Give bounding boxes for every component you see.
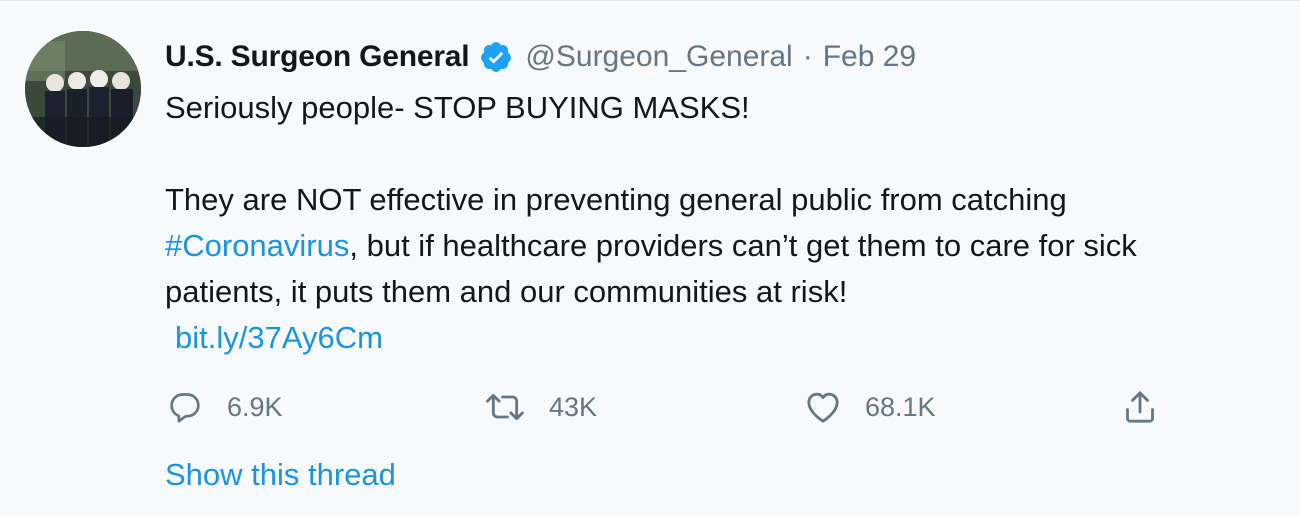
tweet-text: Seriously people- STOP BUYING MASKS! The… <box>165 85 1285 361</box>
like-count: 68.1K <box>865 391 936 422</box>
avatar[interactable] <box>25 31 141 147</box>
share-button[interactable] <box>1120 385 1160 429</box>
share-icon <box>1126 391 1154 423</box>
tweet-text-line: bit.ly/37Ay6Cm <box>165 315 1285 361</box>
reply-count: 6.9K <box>227 391 283 422</box>
url-link[interactable]: bit.ly/37Ay6Cm <box>165 320 383 355</box>
retweet-button[interactable]: 43K <box>483 385 597 429</box>
tweet-card[interactable]: U.S. Surgeon General @Surgeon_General · … <box>0 0 1300 516</box>
tweet-text-line: #Coronavirus, but if healthcare provider… <box>165 223 1285 269</box>
tweet-text-line: patients, it puts them and our communiti… <box>165 274 848 309</box>
verified-badge-icon <box>479 40 513 74</box>
hashtag-link[interactable]: #Coronavirus <box>165 228 349 263</box>
show-thread-link[interactable]: Show this thread <box>165 453 396 497</box>
tweet-actions: 6.9K 43K 68.1K <box>165 385 1165 429</box>
retweet-icon <box>486 393 524 421</box>
tweet-date[interactable]: Feb 29 <box>823 40 916 74</box>
retweet-count: 43K <box>549 391 598 422</box>
tweet-text-segment: , but if healthcare providers can’t get … <box>349 228 1137 263</box>
reply-button[interactable]: 6.9K <box>165 385 283 429</box>
heart-icon <box>807 392 839 423</box>
reply-icon <box>170 393 200 423</box>
avatar-image <box>25 31 141 147</box>
tweet-header: U.S. Surgeon General @Surgeon_General · … <box>165 37 916 77</box>
tweet-text-line: They are NOT effective in preventing gen… <box>165 182 1067 217</box>
display-name[interactable]: U.S. Surgeon General <box>165 40 470 74</box>
separator-dot: · <box>802 40 813 73</box>
tweet-text-line: Seriously people- STOP BUYING MASKS! <box>165 90 750 125</box>
like-button[interactable]: 68.1K <box>803 385 936 429</box>
handle[interactable]: @Surgeon_General <box>525 40 792 74</box>
